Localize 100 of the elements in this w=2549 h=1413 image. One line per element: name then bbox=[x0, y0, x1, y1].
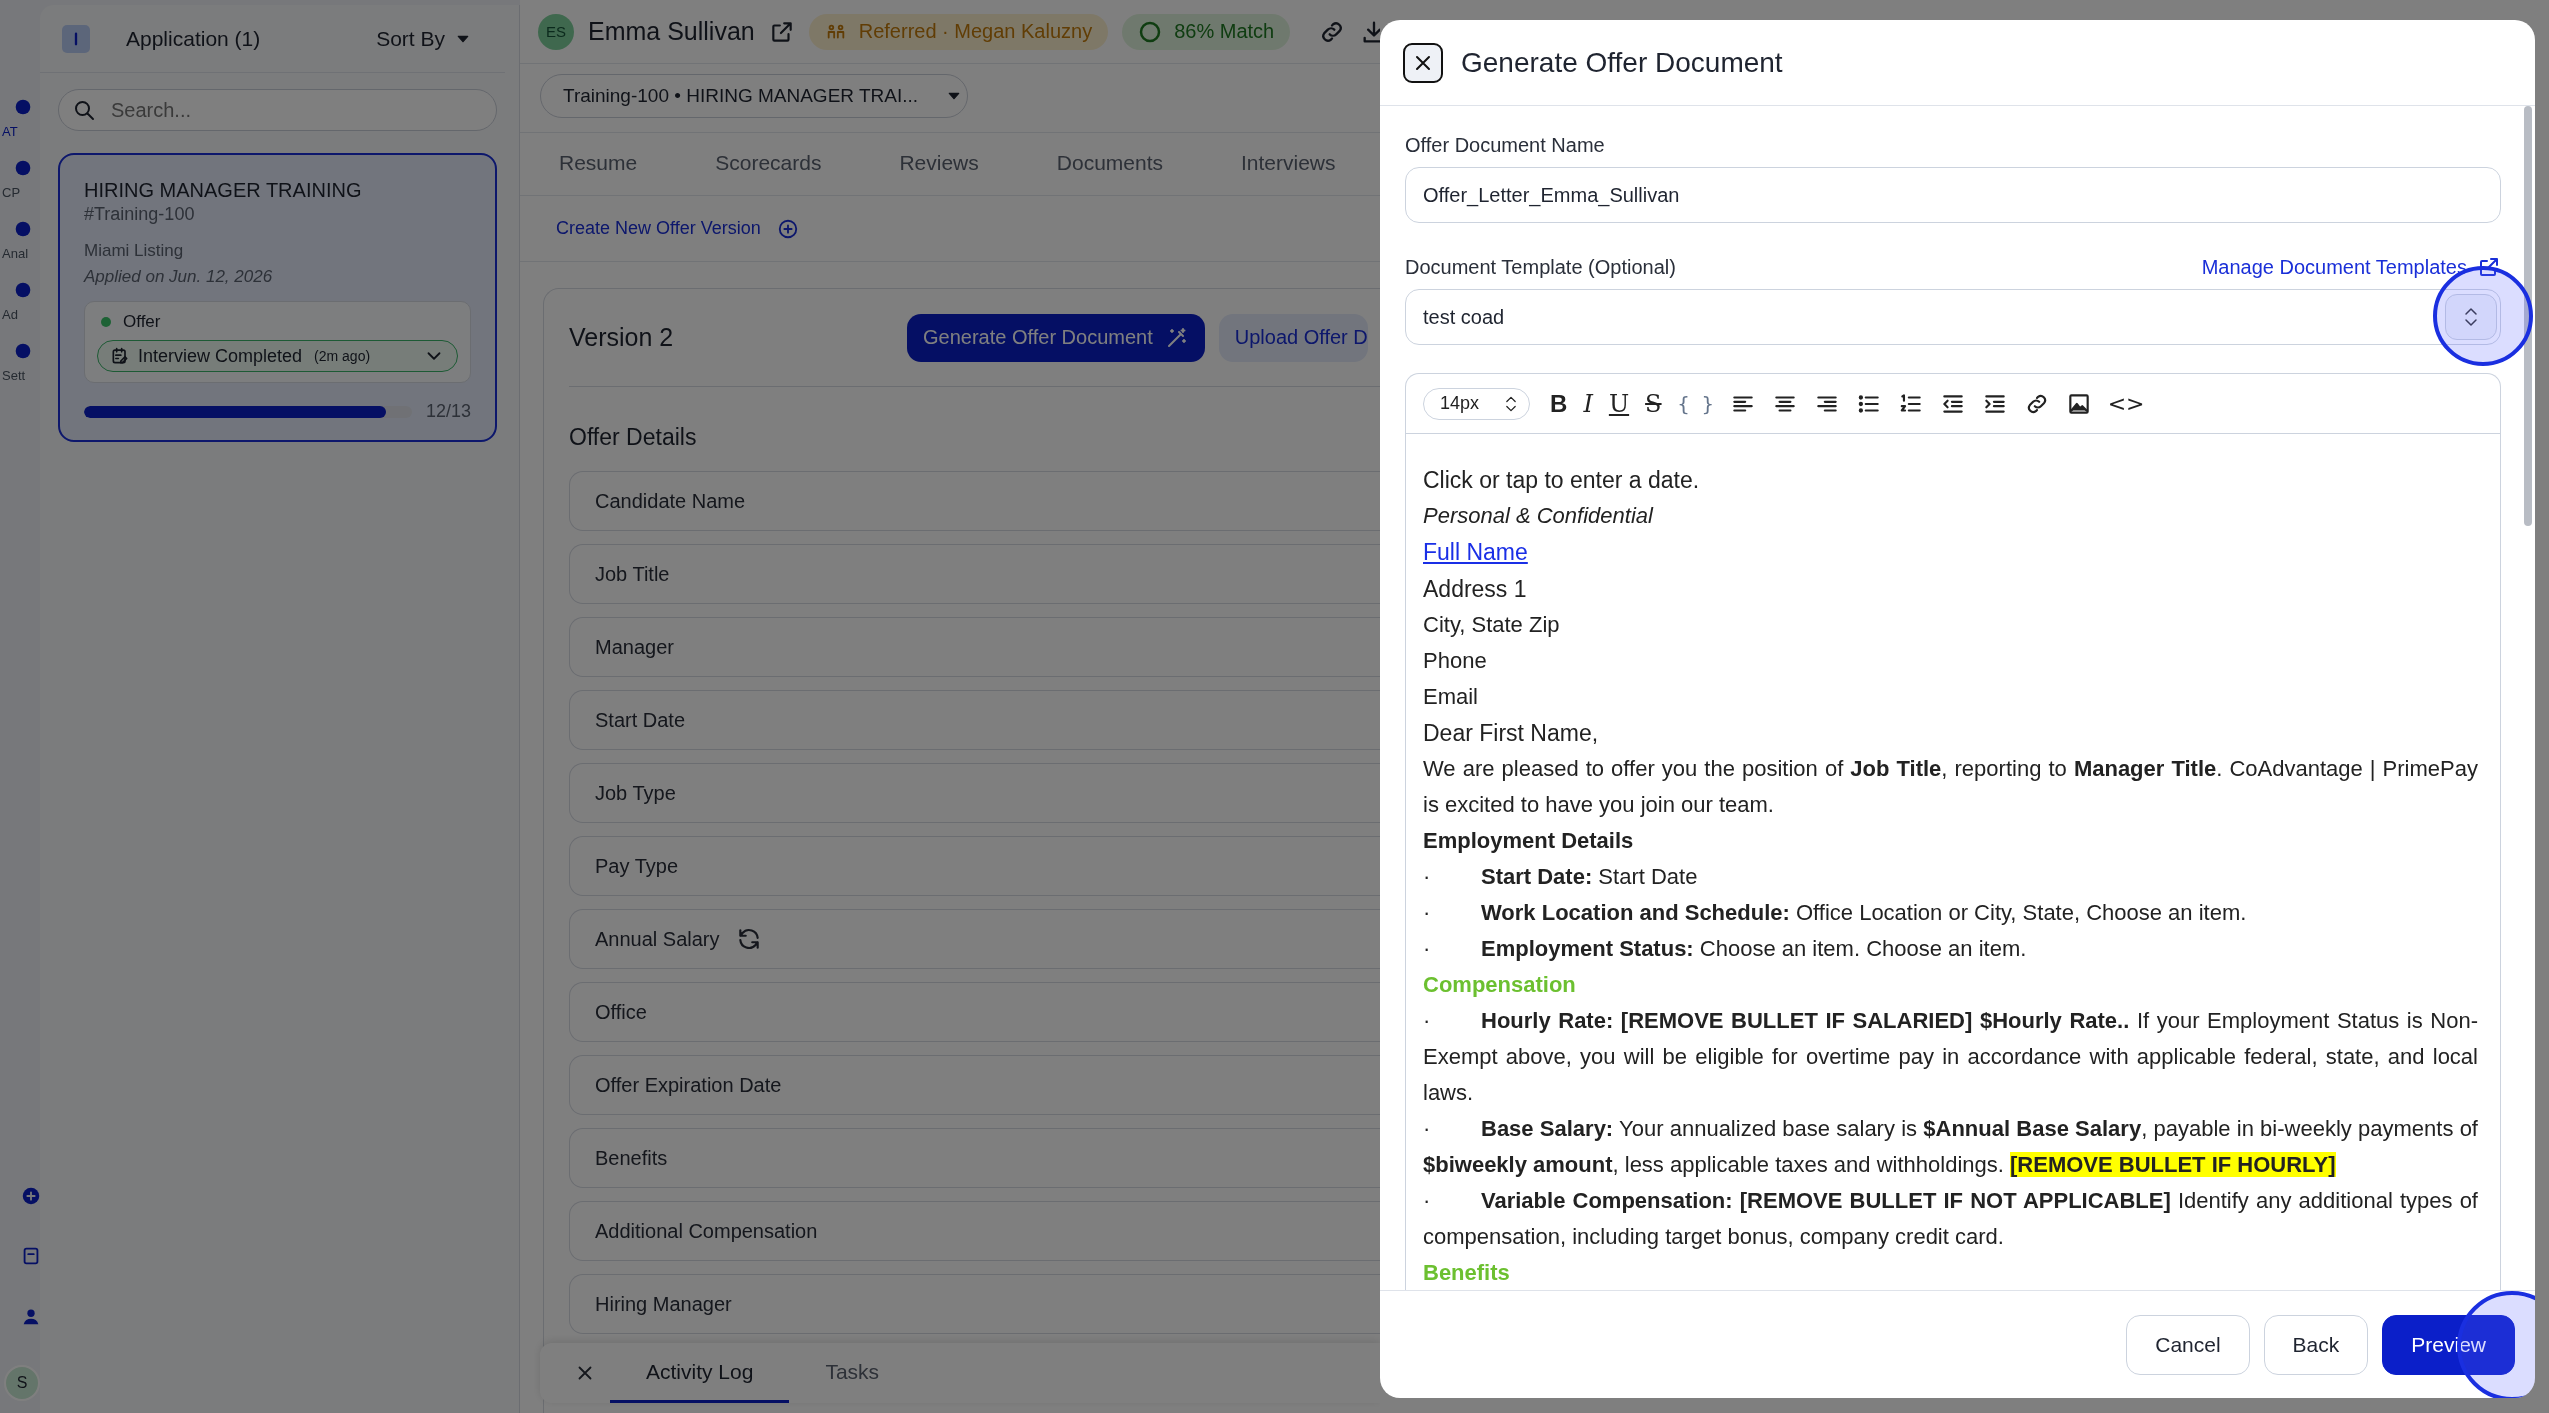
field-label: Manager bbox=[595, 635, 674, 659]
field-label: Hiring Manager bbox=[595, 1292, 732, 1316]
letter-heading: Benefits bbox=[1423, 1259, 1511, 1287]
document-name-field[interactable]: Offer_Letter_Emma_Sullivan bbox=[1405, 167, 2501, 223]
field-label: Additional Compensation bbox=[595, 1219, 818, 1243]
version-title: Version 2 bbox=[569, 323, 675, 352]
plus-circle-icon bbox=[776, 217, 799, 240]
letter-heading: Compensation bbox=[1423, 971, 1577, 999]
applied-date: Applied on Jun. 12, 2026 bbox=[84, 267, 274, 287]
tab[interactable]: Resume bbox=[520, 133, 677, 195]
nav-item[interactable]: AT bbox=[0, 95, 40, 140]
letter-paragraph: Personal & Confidential bbox=[1423, 502, 1655, 530]
letter-paragraph: Dear First Name, bbox=[1423, 719, 1600, 748]
candidate-name: Emma Sullivan bbox=[588, 17, 755, 46]
offer-field[interactable]: Job Title bbox=[569, 544, 1380, 604]
search-field[interactable]: Search... bbox=[58, 89, 497, 131]
underline-button[interactable]: U bbox=[1608, 389, 1630, 418]
section-title: Offer Details bbox=[569, 424, 698, 451]
dialog-button[interactable]: Back bbox=[2263, 1314, 2369, 1375]
letter-paragraph: · Employment Status: Choose an item. Choose an item. bbox=[1423, 935, 2028, 963]
user-avatar[interactable]: S bbox=[4, 1365, 40, 1401]
status-dropdown[interactable]: Interview Completed (2m ago) bbox=[97, 340, 458, 372]
nav-item[interactable]: Sett bbox=[0, 339, 40, 384]
letter-paragraph: · Work Location and Schedule: Office Location or City, State, Choose an item. bbox=[1423, 899, 2248, 927]
field-label: Annual Salary bbox=[595, 927, 720, 951]
scrollbar[interactable] bbox=[2524, 106, 2532, 526]
field-label: Start Date bbox=[595, 708, 686, 732]
strikethrough-button[interactable]: S bbox=[1645, 389, 1662, 418]
template-select[interactable]: test coad bbox=[1405, 289, 2501, 345]
generate-button[interactable]: Generate Offer Document bbox=[907, 313, 1205, 362]
job-title: HIRING MANAGER TRAINING bbox=[84, 179, 363, 202]
nav-item[interactable]: Anal bbox=[0, 217, 40, 262]
external-link-icon bbox=[2477, 255, 2501, 279]
field-label: Office bbox=[595, 1000, 647, 1024]
close-button[interactable] bbox=[1403, 42, 1443, 83]
field-label: Job Type bbox=[595, 781, 676, 805]
letter-paragraph: We are pleased to offer you the position of Job Title, reporting to Manager Title. CoAdvantage | PrimePay is excited to have you join our team. bbox=[1423, 755, 2478, 819]
offer-field[interactable]: Start Date bbox=[569, 690, 1380, 750]
job-code: #Training-100 bbox=[84, 204, 196, 225]
application-card[interactable]: HIRING MANAGER TRAINING #Training-100 Miami Listing Applied on Jun. 12, 2026 Offer Interview Completed (2m ago) 12/13 bbox=[58, 153, 497, 442]
letter-paragraph: · Hourly Rate: [REMOVE BULLET IF SALARIED] $Hourly Rate.. If your Employment Status is Non-Exempt above, you will be eligible for overtime pay in accordance with applicable federal, state, and local laws. bbox=[1423, 1007, 2478, 1107]
stage-label: Offer bbox=[123, 312, 161, 332]
panel-tab[interactable]: Tasks bbox=[789, 1343, 916, 1403]
letter-paragraph: Email bbox=[1423, 683, 1479, 711]
sort-button[interactable]: Sort By bbox=[370, 25, 477, 52]
tab[interactable]: Documents bbox=[1017, 133, 1202, 195]
offer-field[interactable]: Benefits bbox=[569, 1128, 1380, 1188]
field-label: Candidate Name bbox=[595, 489, 746, 513]
create-offer-link[interactable]: Create New Offer Version bbox=[556, 218, 761, 239]
letter-paragraph: Address 1 bbox=[1423, 575, 1528, 604]
tab[interactable]: Scorecards bbox=[676, 133, 861, 195]
search-icon bbox=[72, 98, 96, 122]
offer-field[interactable]: Manager bbox=[569, 617, 1380, 677]
upload-button[interactable]: Upload Offer D bbox=[1218, 313, 1368, 362]
match-text: 86% Match bbox=[1174, 20, 1275, 43]
panel-title: Application (1) bbox=[126, 26, 261, 51]
candidate-avatar: ES bbox=[538, 13, 574, 50]
dialog-button[interactable]: Preview bbox=[2382, 1314, 2515, 1375]
letter-paragraph: · Base Salary: Your annualized base salary is $Annual Base Salary, payable in bi-weekly payments of $biweekly amount, less applicable taxes and withholdings. [REMOVE BULLET IF HOURLY] bbox=[1423, 1115, 2478, 1179]
field-label: Pay Type bbox=[595, 854, 679, 878]
ring-icon bbox=[1138, 19, 1163, 44]
referral-text: Referred · Megan Kaluzny bbox=[858, 20, 1093, 43]
letter-heading: Employment Details bbox=[1423, 827, 1635, 855]
offer-field[interactable]: Job Type bbox=[569, 763, 1380, 823]
progress-count: 12/13 bbox=[425, 401, 471, 422]
variable-button[interactable]: { } bbox=[1677, 391, 1714, 416]
nav-item[interactable]: CP bbox=[0, 156, 40, 201]
field-label: Document Template (Optional) bbox=[1405, 255, 1676, 279]
offer-field[interactable]: Pay Type bbox=[569, 836, 1380, 896]
offer-field[interactable]: Hiring Manager bbox=[569, 1274, 1380, 1334]
field-label: Benefits bbox=[595, 1146, 668, 1170]
letter-paragraph: · Variable Compensation: [REMOVE BULLET IF NOT APPLICABLE] Identify any additional types of compensation, including target bonus, company credit card. bbox=[1423, 1187, 2478, 1251]
status-dot bbox=[101, 317, 111, 327]
letter-paragraph: Click or tap to enter a date. bbox=[1423, 466, 1701, 495]
offer-field[interactable]: Annual Salary bbox=[569, 909, 1380, 969]
dropdown-toggle[interactable] bbox=[2445, 294, 2497, 340]
italic-button[interactable]: I bbox=[1583, 389, 1593, 418]
field-label: Offer Expiration Date bbox=[595, 1073, 782, 1097]
calendar-edit-icon bbox=[110, 346, 130, 366]
offer-field[interactable]: Office bbox=[569, 982, 1380, 1042]
dialog-title: Generate Offer Document bbox=[1461, 46, 1783, 79]
code-button[interactable]: <> bbox=[2107, 391, 2145, 416]
placeholder-link[interactable]: Full Name bbox=[1423, 539, 1528, 565]
panel-toggle-button[interactable] bbox=[62, 24, 90, 53]
offer-field[interactable]: Offer Expiration Date bbox=[569, 1055, 1380, 1115]
dialog-button[interactable]: Cancel bbox=[2126, 1314, 2250, 1375]
tab[interactable]: Interviews bbox=[1202, 133, 1375, 195]
nav-item[interactable]: Ad bbox=[0, 278, 40, 323]
text-editor[interactable] bbox=[1405, 373, 2501, 1290]
job-select[interactable]: Training-100 • HIRING MANAGER TRAI... bbox=[540, 74, 968, 118]
letter-paragraph: City, State Zip bbox=[1423, 611, 1561, 639]
tab[interactable]: Reviews bbox=[860, 133, 1018, 195]
panel-tab[interactable]: Activity Log bbox=[610, 1343, 790, 1403]
bold-button[interactable]: B bbox=[1550, 389, 1568, 418]
offer-field[interactable]: Candidate Name bbox=[569, 471, 1380, 531]
field-label: Offer Document Name bbox=[1405, 134, 1606, 157]
letter-paragraph: Phone bbox=[1423, 647, 1488, 675]
offer-field[interactable]: Additional Compensation bbox=[569, 1201, 1380, 1261]
font-size-select[interactable]: 14px bbox=[1423, 387, 1531, 420]
manage-templates-link[interactable]: Manage Document Templates bbox=[2201, 255, 2501, 279]
